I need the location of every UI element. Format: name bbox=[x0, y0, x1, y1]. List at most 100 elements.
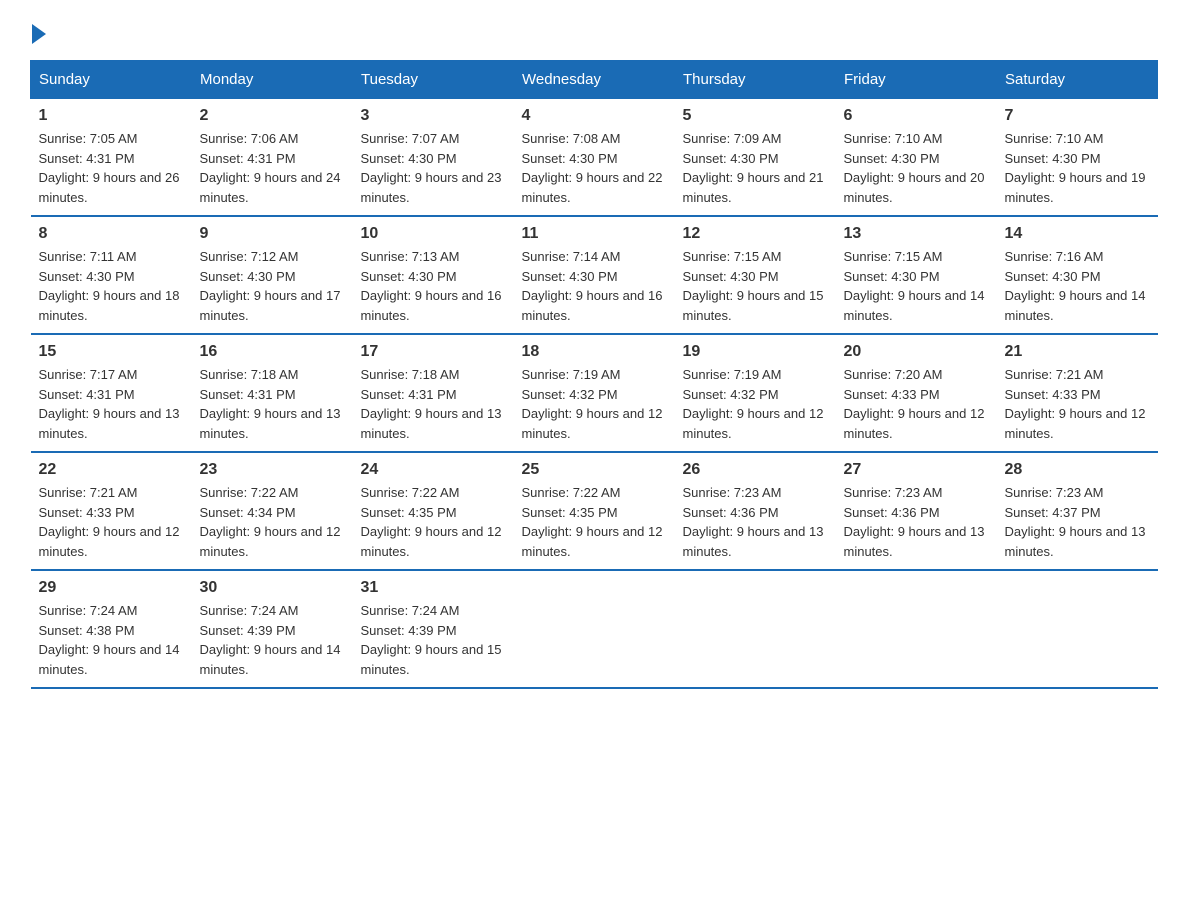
day-info: Sunrise: 7:13 AMSunset: 4:30 PMDaylight:… bbox=[361, 247, 506, 325]
calendar-cell: 12 Sunrise: 7:15 AMSunset: 4:30 PMDaylig… bbox=[675, 216, 836, 334]
calendar-cell: 23 Sunrise: 7:22 AMSunset: 4:34 PMDaylig… bbox=[192, 452, 353, 570]
day-info: Sunrise: 7:12 AMSunset: 4:30 PMDaylight:… bbox=[200, 247, 345, 325]
calendar-cell: 1 Sunrise: 7:05 AMSunset: 4:31 PMDayligh… bbox=[31, 99, 192, 217]
day-info: Sunrise: 7:06 AMSunset: 4:31 PMDaylight:… bbox=[200, 129, 345, 207]
day-info: Sunrise: 7:14 AMSunset: 4:30 PMDaylight:… bbox=[522, 247, 667, 325]
day-number: 22 bbox=[39, 461, 184, 479]
day-number: 11 bbox=[522, 225, 667, 243]
calendar-cell: 31 Sunrise: 7:24 AMSunset: 4:39 PMDaylig… bbox=[353, 570, 514, 688]
calendar-cell: 13 Sunrise: 7:15 AMSunset: 4:30 PMDaylig… bbox=[836, 216, 997, 334]
header-day-friday: Friday bbox=[836, 61, 997, 99]
day-info: Sunrise: 7:08 AMSunset: 4:30 PMDaylight:… bbox=[522, 129, 667, 207]
day-info: Sunrise: 7:19 AMSunset: 4:32 PMDaylight:… bbox=[522, 365, 667, 443]
day-info: Sunrise: 7:10 AMSunset: 4:30 PMDaylight:… bbox=[844, 129, 989, 207]
day-info: Sunrise: 7:18 AMSunset: 4:31 PMDaylight:… bbox=[200, 365, 345, 443]
day-number: 5 bbox=[683, 107, 828, 125]
day-info: Sunrise: 7:23 AMSunset: 4:36 PMDaylight:… bbox=[683, 483, 828, 561]
day-info: Sunrise: 7:24 AMSunset: 4:39 PMDaylight:… bbox=[361, 601, 506, 679]
calendar-cell: 18 Sunrise: 7:19 AMSunset: 4:32 PMDaylig… bbox=[514, 334, 675, 452]
day-number: 9 bbox=[200, 225, 345, 243]
day-number: 2 bbox=[200, 107, 345, 125]
calendar-week-row: 22 Sunrise: 7:21 AMSunset: 4:33 PMDaylig… bbox=[31, 452, 1158, 570]
header-day-wednesday: Wednesday bbox=[514, 61, 675, 99]
day-number: 1 bbox=[39, 107, 184, 125]
calendar-cell: 26 Sunrise: 7:23 AMSunset: 4:36 PMDaylig… bbox=[675, 452, 836, 570]
day-number: 24 bbox=[361, 461, 506, 479]
calendar-cell: 8 Sunrise: 7:11 AMSunset: 4:30 PMDayligh… bbox=[31, 216, 192, 334]
header-day-monday: Monday bbox=[192, 61, 353, 99]
calendar-cell: 30 Sunrise: 7:24 AMSunset: 4:39 PMDaylig… bbox=[192, 570, 353, 688]
header-day-saturday: Saturday bbox=[997, 61, 1158, 99]
calendar-table: SundayMondayTuesdayWednesdayThursdayFrid… bbox=[30, 60, 1158, 689]
calendar-cell: 14 Sunrise: 7:16 AMSunset: 4:30 PMDaylig… bbox=[997, 216, 1158, 334]
day-number: 3 bbox=[361, 107, 506, 125]
day-info: Sunrise: 7:09 AMSunset: 4:30 PMDaylight:… bbox=[683, 129, 828, 207]
day-number: 14 bbox=[1005, 225, 1150, 243]
calendar-cell: 29 Sunrise: 7:24 AMSunset: 4:38 PMDaylig… bbox=[31, 570, 192, 688]
day-number: 20 bbox=[844, 343, 989, 361]
calendar-cell bbox=[514, 570, 675, 688]
calendar-week-row: 1 Sunrise: 7:05 AMSunset: 4:31 PMDayligh… bbox=[31, 99, 1158, 217]
day-info: Sunrise: 7:22 AMSunset: 4:34 PMDaylight:… bbox=[200, 483, 345, 561]
calendar-cell: 27 Sunrise: 7:23 AMSunset: 4:36 PMDaylig… bbox=[836, 452, 997, 570]
day-info: Sunrise: 7:22 AMSunset: 4:35 PMDaylight:… bbox=[361, 483, 506, 561]
calendar-cell bbox=[997, 570, 1158, 688]
calendar-cell bbox=[675, 570, 836, 688]
day-number: 12 bbox=[683, 225, 828, 243]
day-number: 27 bbox=[844, 461, 989, 479]
calendar-cell: 9 Sunrise: 7:12 AMSunset: 4:30 PMDayligh… bbox=[192, 216, 353, 334]
calendar-cell: 24 Sunrise: 7:22 AMSunset: 4:35 PMDaylig… bbox=[353, 452, 514, 570]
day-number: 7 bbox=[1005, 107, 1150, 125]
day-number: 16 bbox=[200, 343, 345, 361]
day-number: 6 bbox=[844, 107, 989, 125]
day-number: 21 bbox=[1005, 343, 1150, 361]
logo-arrow-icon bbox=[32, 24, 46, 44]
header-day-thursday: Thursday bbox=[675, 61, 836, 99]
day-info: Sunrise: 7:05 AMSunset: 4:31 PMDaylight:… bbox=[39, 129, 184, 207]
day-info: Sunrise: 7:20 AMSunset: 4:33 PMDaylight:… bbox=[844, 365, 989, 443]
day-number: 29 bbox=[39, 579, 184, 597]
calendar-week-row: 29 Sunrise: 7:24 AMSunset: 4:38 PMDaylig… bbox=[31, 570, 1158, 688]
day-number: 25 bbox=[522, 461, 667, 479]
calendar-cell: 19 Sunrise: 7:19 AMSunset: 4:32 PMDaylig… bbox=[675, 334, 836, 452]
calendar-cell: 10 Sunrise: 7:13 AMSunset: 4:30 PMDaylig… bbox=[353, 216, 514, 334]
day-info: Sunrise: 7:19 AMSunset: 4:32 PMDaylight:… bbox=[683, 365, 828, 443]
day-number: 13 bbox=[844, 225, 989, 243]
day-info: Sunrise: 7:24 AMSunset: 4:38 PMDaylight:… bbox=[39, 601, 184, 679]
day-number: 10 bbox=[361, 225, 506, 243]
day-number: 30 bbox=[200, 579, 345, 597]
calendar-cell: 15 Sunrise: 7:17 AMSunset: 4:31 PMDaylig… bbox=[31, 334, 192, 452]
day-info: Sunrise: 7:15 AMSunset: 4:30 PMDaylight:… bbox=[683, 247, 828, 325]
calendar-cell: 11 Sunrise: 7:14 AMSunset: 4:30 PMDaylig… bbox=[514, 216, 675, 334]
day-number: 19 bbox=[683, 343, 828, 361]
page-header bbox=[30, 20, 1158, 40]
header-day-sunday: Sunday bbox=[31, 61, 192, 99]
calendar-cell: 16 Sunrise: 7:18 AMSunset: 4:31 PMDaylig… bbox=[192, 334, 353, 452]
calendar-week-row: 15 Sunrise: 7:17 AMSunset: 4:31 PMDaylig… bbox=[31, 334, 1158, 452]
header-day-tuesday: Tuesday bbox=[353, 61, 514, 99]
day-number: 8 bbox=[39, 225, 184, 243]
calendar-cell: 4 Sunrise: 7:08 AMSunset: 4:30 PMDayligh… bbox=[514, 99, 675, 217]
day-info: Sunrise: 7:23 AMSunset: 4:36 PMDaylight:… bbox=[844, 483, 989, 561]
day-info: Sunrise: 7:11 AMSunset: 4:30 PMDaylight:… bbox=[39, 247, 184, 325]
day-info: Sunrise: 7:10 AMSunset: 4:30 PMDaylight:… bbox=[1005, 129, 1150, 207]
day-info: Sunrise: 7:21 AMSunset: 4:33 PMDaylight:… bbox=[39, 483, 184, 561]
day-info: Sunrise: 7:16 AMSunset: 4:30 PMDaylight:… bbox=[1005, 247, 1150, 325]
calendar-cell: 2 Sunrise: 7:06 AMSunset: 4:31 PMDayligh… bbox=[192, 99, 353, 217]
day-info: Sunrise: 7:22 AMSunset: 4:35 PMDaylight:… bbox=[522, 483, 667, 561]
day-number: 26 bbox=[683, 461, 828, 479]
day-number: 23 bbox=[200, 461, 345, 479]
calendar-header-row: SundayMondayTuesdayWednesdayThursdayFrid… bbox=[31, 61, 1158, 99]
calendar-cell bbox=[836, 570, 997, 688]
day-info: Sunrise: 7:07 AMSunset: 4:30 PMDaylight:… bbox=[361, 129, 506, 207]
day-info: Sunrise: 7:15 AMSunset: 4:30 PMDaylight:… bbox=[844, 247, 989, 325]
calendar-cell: 25 Sunrise: 7:22 AMSunset: 4:35 PMDaylig… bbox=[514, 452, 675, 570]
calendar-cell: 3 Sunrise: 7:07 AMSunset: 4:30 PMDayligh… bbox=[353, 99, 514, 217]
day-number: 28 bbox=[1005, 461, 1150, 479]
calendar-cell: 5 Sunrise: 7:09 AMSunset: 4:30 PMDayligh… bbox=[675, 99, 836, 217]
day-number: 4 bbox=[522, 107, 667, 125]
day-info: Sunrise: 7:23 AMSunset: 4:37 PMDaylight:… bbox=[1005, 483, 1150, 561]
calendar-cell: 22 Sunrise: 7:21 AMSunset: 4:33 PMDaylig… bbox=[31, 452, 192, 570]
calendar-cell: 17 Sunrise: 7:18 AMSunset: 4:31 PMDaylig… bbox=[353, 334, 514, 452]
calendar-cell: 21 Sunrise: 7:21 AMSunset: 4:33 PMDaylig… bbox=[997, 334, 1158, 452]
